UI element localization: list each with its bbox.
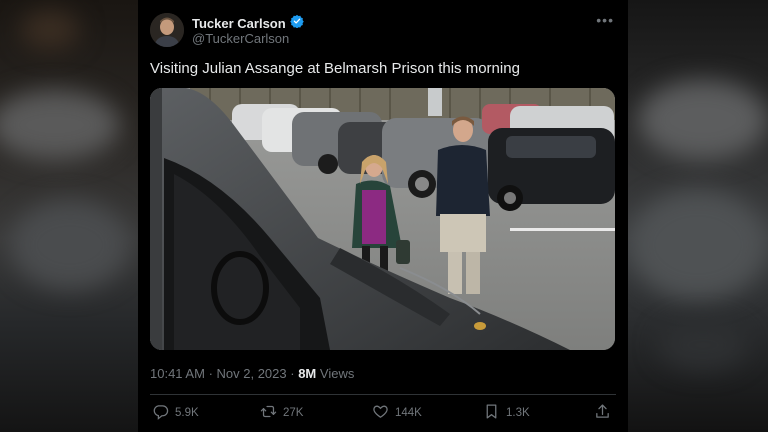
like-button[interactable]: 144K — [372, 403, 422, 423]
tweet-card: Tucker Carlson @TuckerCarlson ••• Visiti… — [138, 0, 628, 432]
meta-separator: · — [208, 366, 217, 381]
reply-icon — [152, 403, 169, 423]
share-button[interactable] — [594, 403, 611, 423]
tweet-photo[interactable] — [150, 88, 615, 350]
tweet-meta: 10:41 AM · Nov 2, 2023 · 8M Views — [150, 366, 354, 381]
author-name[interactable]: Tucker Carlson — [192, 16, 286, 31]
views-count: 8M — [298, 366, 317, 381]
like-count: 144K — [395, 407, 422, 419]
tweet-time[interactable]: 10:41 AM — [150, 366, 205, 381]
bookmark-icon — [483, 403, 500, 423]
tweet-date[interactable]: Nov 2, 2023 — [217, 366, 287, 381]
reply-button[interactable]: 5.9K — [152, 403, 199, 423]
blurred-background-right — [628, 0, 768, 432]
views-label: Views — [319, 366, 355, 381]
repost-count: 27K — [283, 407, 304, 419]
more-horizontal-icon[interactable]: ••• — [596, 12, 614, 28]
author-handle[interactable]: @TuckerCarlson — [192, 31, 289, 46]
action-bar: 5.9K 27K 144K 1.3K — [150, 403, 616, 425]
heart-icon — [372, 403, 389, 423]
bookmark-button[interactable]: 1.3K — [483, 403, 530, 423]
meta-separator: · — [290, 366, 299, 381]
tweet-text: Visiting Julian Assange at Belmarsh Pris… — [150, 60, 520, 77]
avatar[interactable] — [150, 13, 184, 47]
reply-count: 5.9K — [175, 407, 199, 419]
repost-icon — [260, 403, 277, 423]
blurred-background-left — [0, 0, 138, 432]
repost-button[interactable]: 27K — [260, 403, 303, 423]
share-icon — [594, 403, 611, 423]
verified-badge-icon — [289, 14, 304, 33]
divider — [150, 394, 616, 395]
bookmark-count: 1.3K — [506, 407, 530, 419]
